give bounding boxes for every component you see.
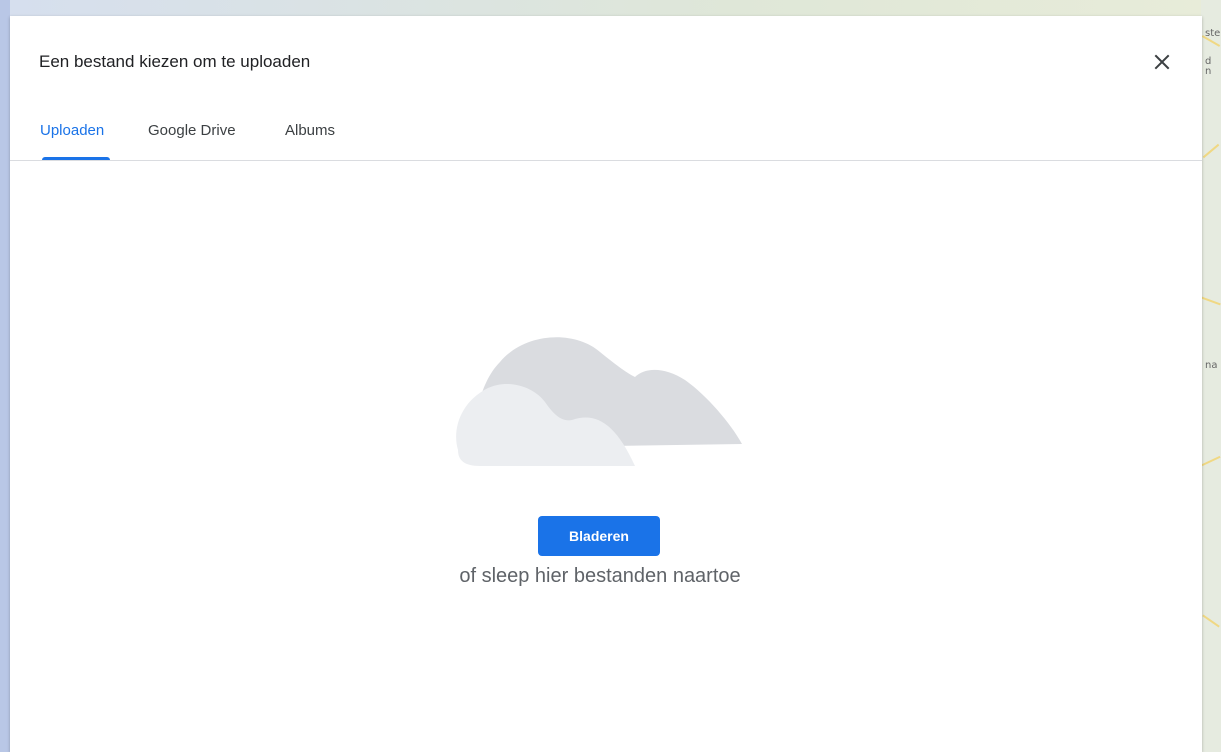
tab-bar: Uploaden Google Drive Albums [10,114,1202,161]
dialog-title: Een bestand kiezen om te uploaden [39,52,311,71]
cloud-icon [456,337,742,466]
map-label: n [1205,66,1212,77]
tab-uploaden[interactable]: Uploaden [40,122,104,139]
tab-albums[interactable]: Albums [285,122,335,139]
map-background-top [10,0,1221,16]
active-tab-indicator [42,157,110,160]
map-background-strip: ste d n na [1201,0,1221,752]
map-label: na [1205,360,1218,371]
browse-button[interactable]: Bladeren [538,516,660,556]
map-label: ste [1205,28,1221,39]
file-picker-dialog: Een bestand kiezen om te uploaden Upload… [10,16,1202,752]
tab-google-drive[interactable]: Google Drive [148,122,236,139]
close-icon [1154,54,1170,70]
close-button[interactable] [1148,48,1176,76]
drop-zone-hint: of sleep hier bestanden naartoe [459,565,741,587]
